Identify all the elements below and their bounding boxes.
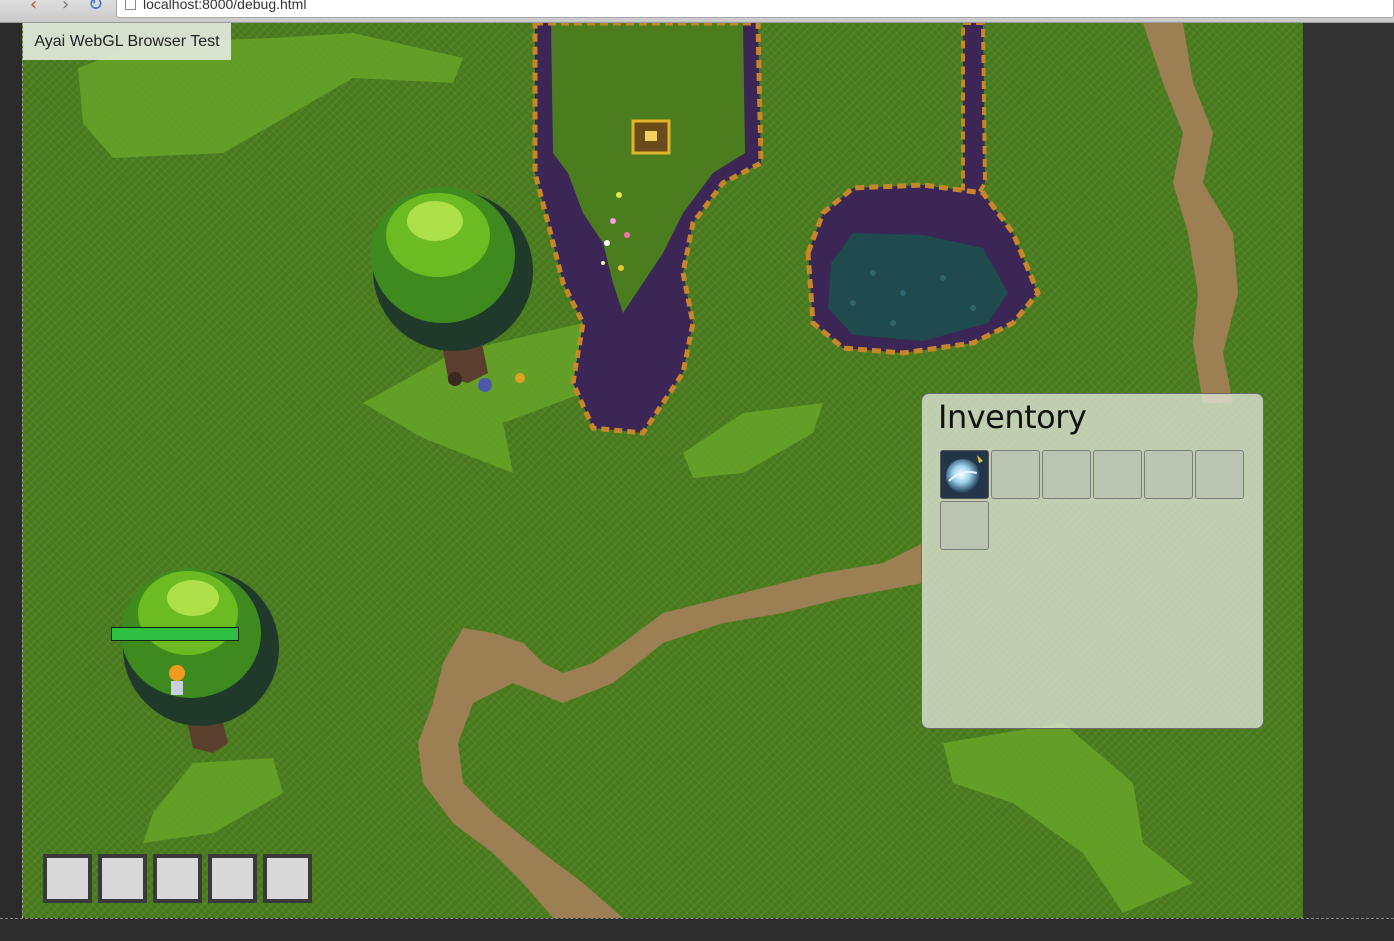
inventory-slot[interactable] [1042,450,1091,499]
page-gutter [1302,23,1394,918]
reload-icon[interactable]: ↻ [88,0,103,15]
hotbar [43,854,318,903]
hotbar-slot[interactable] [153,854,202,903]
game-canvas[interactable]: Ayai WebGL Browser Test Inventory [22,23,1303,918]
dirt-path-right [1143,23,1238,403]
tree-small-icon [121,568,279,753]
inventory-title: Inventory [938,398,1087,436]
inventory-slots [940,450,1250,552]
treasure-chest-icon [631,119,671,155]
hotbar-slot[interactable] [98,854,147,903]
player-health-bar [111,627,239,641]
inventory-slot[interactable] [991,450,1040,499]
page-title: Ayai WebGL Browser Test [23,23,231,60]
inventory-slot[interactable] [940,450,989,499]
inventory-slot[interactable] [940,501,989,550]
back-icon[interactable]: ‹ [30,0,37,15]
address-text: localhost:8000/debug.html [143,0,307,12]
bottom-strip [0,918,1394,941]
hotbar-slot[interactable] [208,854,257,903]
page-icon [125,0,136,10]
hotbar-slot[interactable] [263,854,312,903]
browser-chrome: ‹ › ↻ localhost:8000/debug.html [0,0,1394,23]
hotbar-slot[interactable] [43,854,92,903]
forward-icon[interactable]: › [62,0,69,15]
inventory-slot[interactable] [1195,450,1244,499]
address-bar[interactable]: localhost:8000/debug.html [116,0,1394,18]
inventory-slot[interactable] [1093,450,1142,499]
inventory-panel[interactable]: Inventory [921,393,1264,729]
dirt-path-lower [418,543,923,918]
inventory-slot[interactable] [1144,450,1193,499]
ice-orb-icon [941,451,988,498]
pond-water [828,233,1008,341]
health-fill [112,628,238,640]
cliff-strip-right [961,23,988,206]
